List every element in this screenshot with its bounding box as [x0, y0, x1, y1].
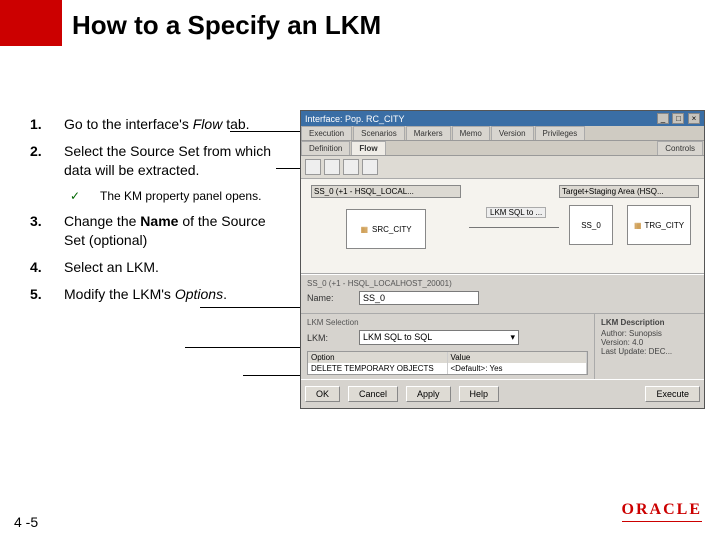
flow-diagram: SS_0 (+1 - HSQL_LOCAL... ▦ SRC_CITY LKM … [301, 179, 704, 274]
prop-header: SS_0 (+1 - HSQL_LOCALHOST_20001) [307, 279, 698, 288]
source-set-header[interactable]: SS_0 (+1 - HSQL_LOCAL... [311, 185, 461, 198]
cancel-button[interactable]: Cancel [348, 386, 398, 402]
desc-line: Version: 4.0 [601, 338, 698, 347]
lkm-section-title: LKM Selection [307, 318, 588, 327]
desc-title: LKM Description [601, 318, 698, 327]
accent-block [0, 0, 62, 46]
instruction-list: 1. Go to the interface's Flow tab. 2. Se… [30, 115, 290, 311]
option-name[interactable]: DELETE TEMPORARY OBJECTS [308, 363, 448, 374]
tab-flow[interactable]: Flow [351, 141, 385, 155]
tab-controls[interactable]: Controls [657, 141, 703, 155]
col-option: Option [308, 352, 448, 363]
tab-definition[interactable]: Definition [301, 141, 350, 155]
tab-scenarios[interactable]: Scenarios [353, 126, 405, 140]
slide-title: How to a Specify an LKM [72, 10, 381, 41]
toolbar-icon[interactable] [324, 159, 340, 175]
toolbar-icon[interactable] [305, 159, 321, 175]
tab-version[interactable]: Version [491, 126, 534, 140]
window-titlebar: Interface: Pop. RC_CITY _ □ × [301, 111, 704, 126]
tabbar-top: Execution Scenarios Markers Memo Version… [301, 126, 704, 141]
ok-button[interactable]: OK [305, 386, 340, 402]
page-number: 4 -5 [14, 514, 38, 530]
connector-line [469, 227, 559, 228]
toolbar [301, 156, 704, 179]
step-text: Select the Source Set from which data wi… [64, 142, 290, 180]
toolbar-icon[interactable] [362, 159, 378, 175]
chevron-down-icon: ▾ [510, 332, 515, 343]
lkm-description-panel: LKM Description Author: Sunopsis Version… [594, 314, 704, 379]
pointer-line [200, 307, 310, 308]
tab-execution[interactable]: Execution [301, 126, 352, 140]
minimize-icon[interactable]: _ [657, 113, 669, 124]
target-header[interactable]: Target+Staging Area (HSQ... [559, 185, 699, 198]
source-table[interactable]: ▦ SRC_CITY [346, 209, 426, 249]
step-number: 1. [30, 115, 64, 134]
step-number: 5. [30, 285, 64, 304]
tab-memo[interactable]: Memo [452, 126, 490, 140]
step-3: 3. Change the Name of the Source Set (op… [30, 212, 290, 250]
desc-line: Last Update: DEC... [601, 347, 698, 356]
checkmark-icon: ✓ [70, 188, 100, 204]
table-icon: ▦ [634, 221, 642, 230]
close-icon[interactable]: × [688, 113, 700, 124]
step-2: 2. Select the Source Set from which data… [30, 142, 290, 180]
help-button[interactable]: Help [459, 386, 500, 402]
maximize-icon[interactable]: □ [672, 113, 684, 124]
lkm-label: LKM: [307, 333, 353, 343]
step-number: 2. [30, 142, 64, 180]
apply-button[interactable]: Apply [406, 386, 451, 402]
lkm-connector-label[interactable]: LKM SQL to ... [486, 207, 546, 218]
dialog-buttons: OK Cancel Apply Help Execute [301, 379, 704, 408]
desc-line: Author: Sunopsis [601, 329, 698, 338]
table-icon: ▦ [360, 225, 368, 234]
toolbar-icon[interactable] [343, 159, 359, 175]
window-title: Interface: Pop. RC_CITY [305, 114, 405, 124]
tab-markers[interactable]: Markers [406, 126, 451, 140]
step-text: Select an LKM. [64, 258, 290, 277]
step-5: 5. Modify the LKM's Options. [30, 285, 290, 304]
tab-privileges[interactable]: Privileges [535, 126, 586, 140]
target-ss0[interactable]: SS_0 [569, 205, 613, 245]
option-value[interactable]: <Default>: Yes [448, 363, 588, 374]
step-number: 4. [30, 258, 64, 277]
step-text: Change the Name of the Source Set (optio… [64, 212, 290, 250]
name-label: Name: [307, 293, 353, 303]
name-field[interactable]: SS_0 [359, 291, 479, 305]
execute-button[interactable]: Execute [645, 386, 700, 402]
step-text: Modify the LKM's Options. [64, 285, 290, 304]
step-number: 3. [30, 212, 64, 250]
tabbar-sub: Definition Flow Controls [301, 141, 704, 156]
step-2-sub: ✓ The KM property panel opens. [70, 188, 290, 204]
interface-window: Interface: Pop. RC_CITY _ □ × Execution … [300, 110, 705, 409]
lkm-select[interactable]: LKM SQL to SQL ▾ [359, 330, 519, 345]
window-controls: _ □ × [656, 113, 700, 124]
source-set-properties: SS_0 (+1 - HSQL_LOCALHOST_20001) Name: S… [301, 274, 704, 314]
step-4: 4. Select an LKM. [30, 258, 290, 277]
substep-text: The KM property panel opens. [100, 188, 261, 204]
col-value: Value [448, 352, 588, 363]
pointer-line [185, 347, 315, 348]
oracle-logo: ORACLE [622, 501, 702, 522]
options-grid: Option Value DELETE TEMPORARY OBJECTS <D… [307, 351, 588, 375]
target-table[interactable]: ▦ TRG_CITY [627, 205, 691, 245]
